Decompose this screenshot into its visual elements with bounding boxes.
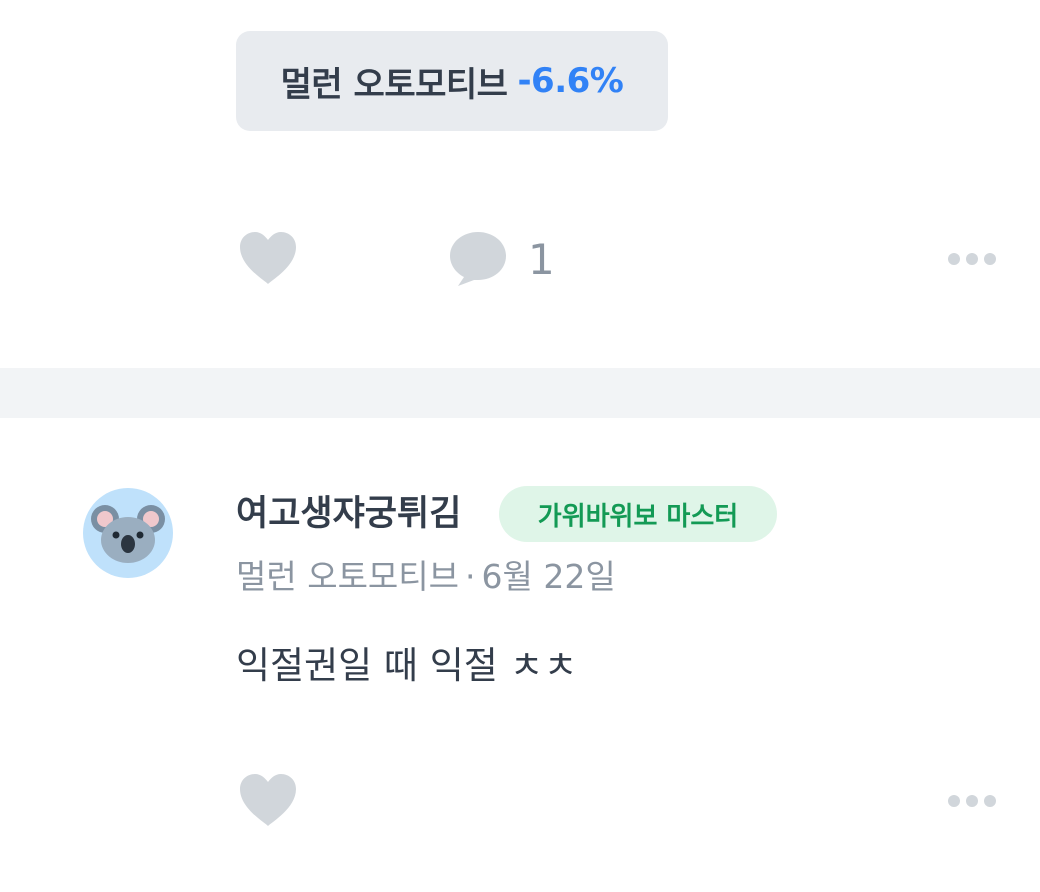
meta-separator: · — [465, 557, 476, 596]
comment-date: 6월 22일 — [481, 557, 616, 596]
koala-icon — [91, 505, 165, 563]
section-divider — [0, 368, 1040, 418]
heart-icon — [240, 774, 296, 826]
stock-tag-change: -6.6% — [517, 61, 624, 101]
like-button[interactable] — [238, 230, 298, 286]
post-more-button[interactable] — [944, 246, 1000, 272]
comment-text: 익절권일 때 익절 ㅊㅊ — [236, 644, 578, 687]
more-dots-icon — [948, 253, 996, 265]
comment-like-button[interactable] — [238, 772, 298, 828]
comment-stock-link[interactable]: 멀런 오토모티브 — [236, 557, 459, 596]
stock-tag-name: 멀런 오토모티브 — [280, 64, 508, 105]
stock-tag-chip[interactable]: 멀런 오토모티브 -6.6% — [236, 31, 668, 131]
post-action-bar: 1 — [0, 230, 1040, 290]
comment-meta: 멀런 오토모티브 · 6월 22일 — [236, 553, 616, 601]
comment-count: 1 — [528, 235, 555, 284]
heart-icon — [240, 232, 296, 284]
comment-button[interactable]: 1 — [448, 230, 558, 290]
more-dots-icon — [948, 795, 996, 807]
user-badge: 가위바위보 마스터 — [499, 486, 777, 542]
speech-bubble-icon — [450, 232, 506, 286]
comment-action-bar — [0, 772, 1040, 832]
avatar[interactable] — [83, 488, 173, 578]
comment-username[interactable]: 여고생쟈궁튀김 — [236, 490, 461, 538]
comment-more-button[interactable] — [944, 788, 1000, 814]
